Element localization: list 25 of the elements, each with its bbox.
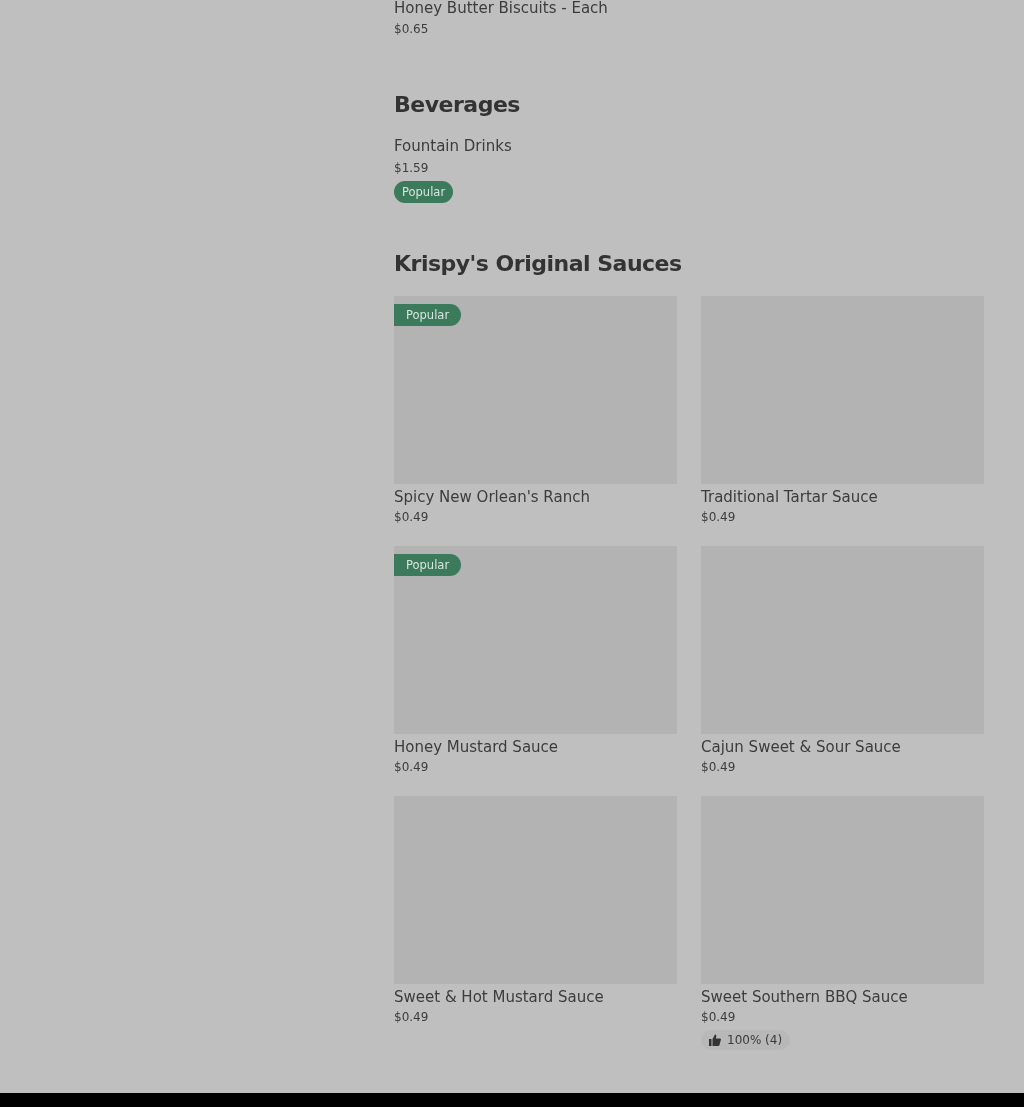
popular-badge: Popular bbox=[394, 554, 462, 576]
item-name[interactable]: Sweet Southern BBQ Sauce bbox=[701, 988, 984, 1006]
item-price: $0.49 bbox=[394, 1010, 430, 1024]
item-price: $0.49 bbox=[701, 1010, 737, 1024]
item-price: $0.49 bbox=[394, 510, 430, 524]
item-price: $1.59 bbox=[394, 161, 430, 175]
section-heading: Krispy's Original Sauces bbox=[394, 251, 683, 276]
item-name[interactable]: Sweet & Hot Mustard Sauce bbox=[394, 988, 677, 1006]
item-name[interactable]: Traditional Tartar Sauce bbox=[701, 488, 984, 506]
rating-badge: 100% (4) bbox=[701, 1030, 791, 1050]
image-placeholder[interactable]: Popular bbox=[394, 296, 677, 484]
item-price: $0.49 bbox=[394, 760, 430, 774]
thumbs-up-icon bbox=[709, 1034, 721, 1046]
item-price: $0.49 bbox=[701, 760, 737, 774]
item-name: Honey Butter Biscuits - Each bbox=[394, 0, 609, 16]
item-name: Fountain Drinks bbox=[394, 137, 513, 155]
popular-badge: Popular bbox=[394, 304, 462, 326]
item-price: $0.49 bbox=[701, 510, 737, 524]
popular-badge: Popular bbox=[394, 181, 454, 203]
item-name[interactable]: Honey Mustard Sauce bbox=[394, 738, 677, 756]
item-price: $0.65 bbox=[394, 22, 430, 36]
section-heading: Beverages bbox=[394, 92, 521, 117]
item-name[interactable]: Spicy New Orlean's Ranch bbox=[394, 488, 677, 506]
item-name[interactable]: Cajun Sweet & Sour Sauce bbox=[701, 738, 984, 756]
image-placeholder[interactable]: Popular bbox=[394, 546, 677, 734]
